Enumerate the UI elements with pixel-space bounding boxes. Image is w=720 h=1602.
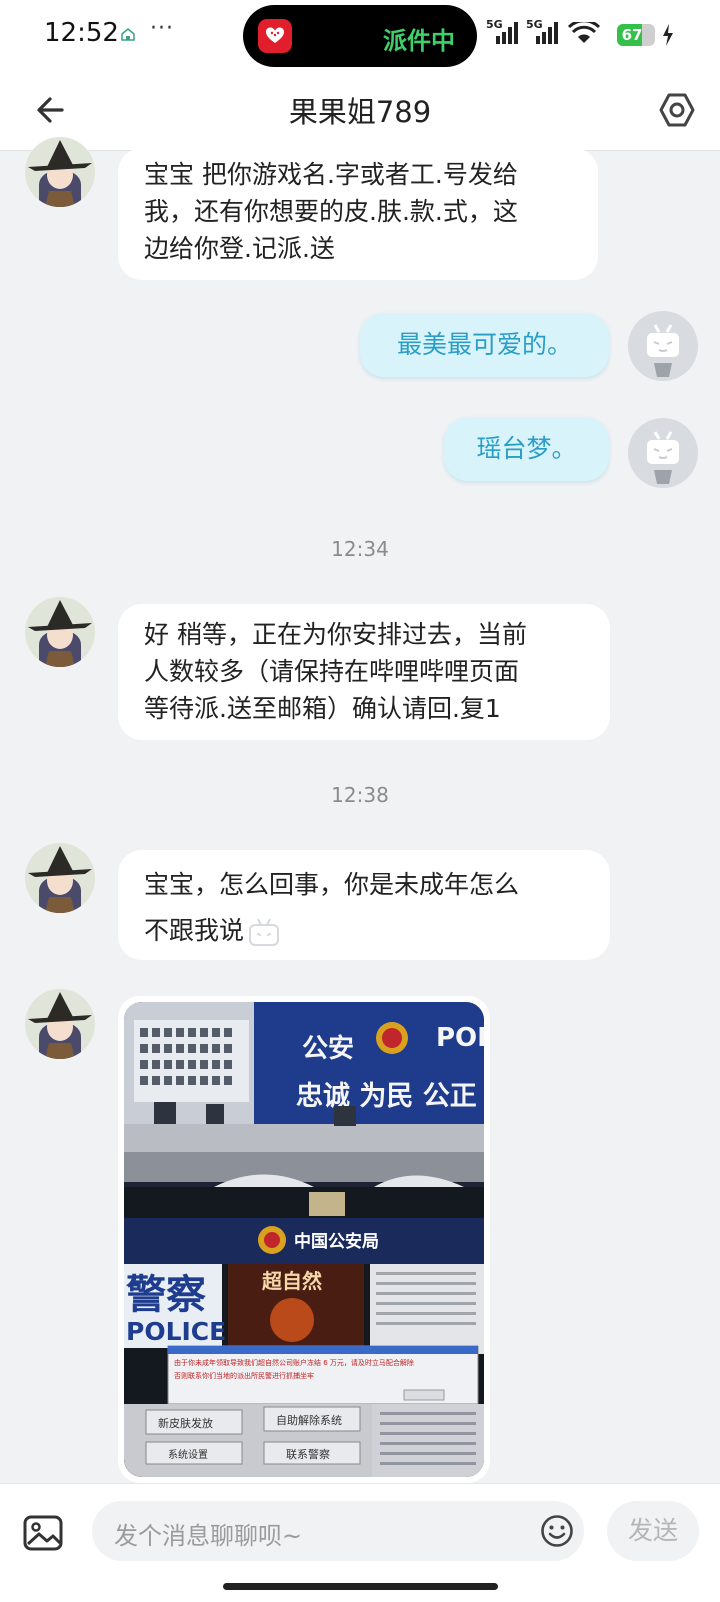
message-bubble-1[interactable]: 宝宝 把你游戏名.字或者工.号发给 我，还有你想要的皮.肤.款.式，这 边给你登…	[118, 148, 598, 280]
sender-avatar[interactable]	[25, 843, 95, 913]
message-line: 等待派.送至邮箱）确认请回.复1	[144, 694, 501, 723]
bureau-label: 中国公安局	[294, 1231, 379, 1252]
chat-title: 果果姐789	[288, 95, 432, 129]
sign-gongan: 公安	[302, 1034, 354, 1064]
my-message-bubble-2[interactable]: 瑶台梦。	[444, 417, 609, 481]
photo-button-label: 系统设置	[168, 1448, 208, 1461]
police-english-label: POLICE	[126, 1317, 226, 1346]
timestamp: 12:34	[331, 537, 389, 561]
status-bar: 12:52 ··· 派件中 5G 5G 67	[0, 0, 720, 72]
game-title-label: 超自然	[261, 1269, 322, 1293]
status-time: 12:52	[44, 18, 119, 48]
charging-icon	[663, 24, 673, 46]
message-line: 宝宝 把你游戏名.字或者工.号发给	[144, 160, 518, 189]
message-input[interactable]: 发个消息聊聊呗~	[92, 1501, 584, 1561]
home-indicator[interactable]	[223, 1583, 498, 1590]
message-line: 我，还有你想要的皮.肤.款.式，这	[144, 197, 518, 226]
my-message-bubble-1[interactable]: 最美最可爱的。	[360, 313, 609, 377]
signal-icon	[496, 22, 518, 44]
message-line: 宝宝，怎么回事，你是未成年怎么	[144, 870, 520, 899]
photo-button-label: 自助解除系统	[276, 1413, 342, 1427]
chat-header: 果果姐789	[0, 72, 720, 151]
message-input-placeholder: 发个消息聊聊呗~	[114, 1522, 303, 1550]
image-message-bubble[interactable]: 公安 POL 忠诚 为民 公正 中国公安局 警察 POLICE 超自然	[118, 996, 490, 1483]
message-line: 不跟我说	[144, 908, 610, 954]
message-bubble-3[interactable]: 宝宝，怎么回事，你是未成年怎么 不跟我说	[118, 850, 610, 960]
sender-avatar[interactable]	[25, 137, 95, 207]
delivery-app-icon	[258, 19, 292, 53]
timestamp: 12:38	[331, 783, 389, 807]
my-avatar-tv-icon[interactable]	[628, 311, 698, 381]
wifi-icon	[568, 22, 600, 43]
notice-line-1: 由于你未成年领取导致我们超自然公司账户冻结 6 万元，请及时立马配合解除	[174, 1358, 414, 1367]
message-line: 人数较多（请保持在哔哩哔哩页面	[144, 657, 520, 686]
send-button[interactable]: 发送	[607, 1501, 699, 1561]
police-photo-image[interactable]: 公安 POL 忠诚 为民 公正 中国公安局 警察 POLICE 超自然	[124, 1002, 484, 1477]
battery-level-text: 67	[621, 26, 643, 44]
tv-emoji-icon	[249, 918, 280, 946]
image-picker-icon[interactable]	[22, 1512, 64, 1554]
message-line: 边给你登.记派.送	[144, 234, 335, 263]
sign-police-partial: POL	[436, 1023, 484, 1053]
message-line: 好 稍等，正在为你安排过去，当前	[144, 620, 527, 649]
home-status-icon	[121, 28, 135, 41]
message-bubble-2[interactable]: 好 稍等，正在为你安排过去，当前 人数较多（请保持在哔哩哔哩页面 等待派.送至邮…	[118, 604, 610, 740]
notice-line-2: 否则联系你们当地的派出所民警进行抓捕坐牢	[174, 1371, 314, 1380]
sign-slogan: 忠诚 为民 公正	[296, 1081, 477, 1112]
photo-button-label: 新皮肤发放	[158, 1416, 213, 1430]
sender-avatar[interactable]	[25, 989, 95, 1059]
sender-avatar[interactable]	[25, 597, 95, 667]
dynamic-island[interactable]: 派件中	[243, 5, 477, 67]
message-text: 不跟我说	[144, 916, 245, 945]
photo-button-label: 联系警察	[286, 1447, 330, 1461]
police-chinese-label: 警察	[126, 1272, 206, 1318]
my-avatar-tv-icon[interactable]	[628, 418, 698, 488]
battery-icon: 67	[617, 24, 655, 46]
status-more-dots: ···	[150, 16, 174, 41]
emoji-icon[interactable]	[540, 1514, 574, 1548]
signal-icon-2	[536, 22, 558, 44]
delivery-status-text: 派件中	[383, 27, 455, 55]
settings-hexagon-icon[interactable]	[657, 90, 697, 130]
